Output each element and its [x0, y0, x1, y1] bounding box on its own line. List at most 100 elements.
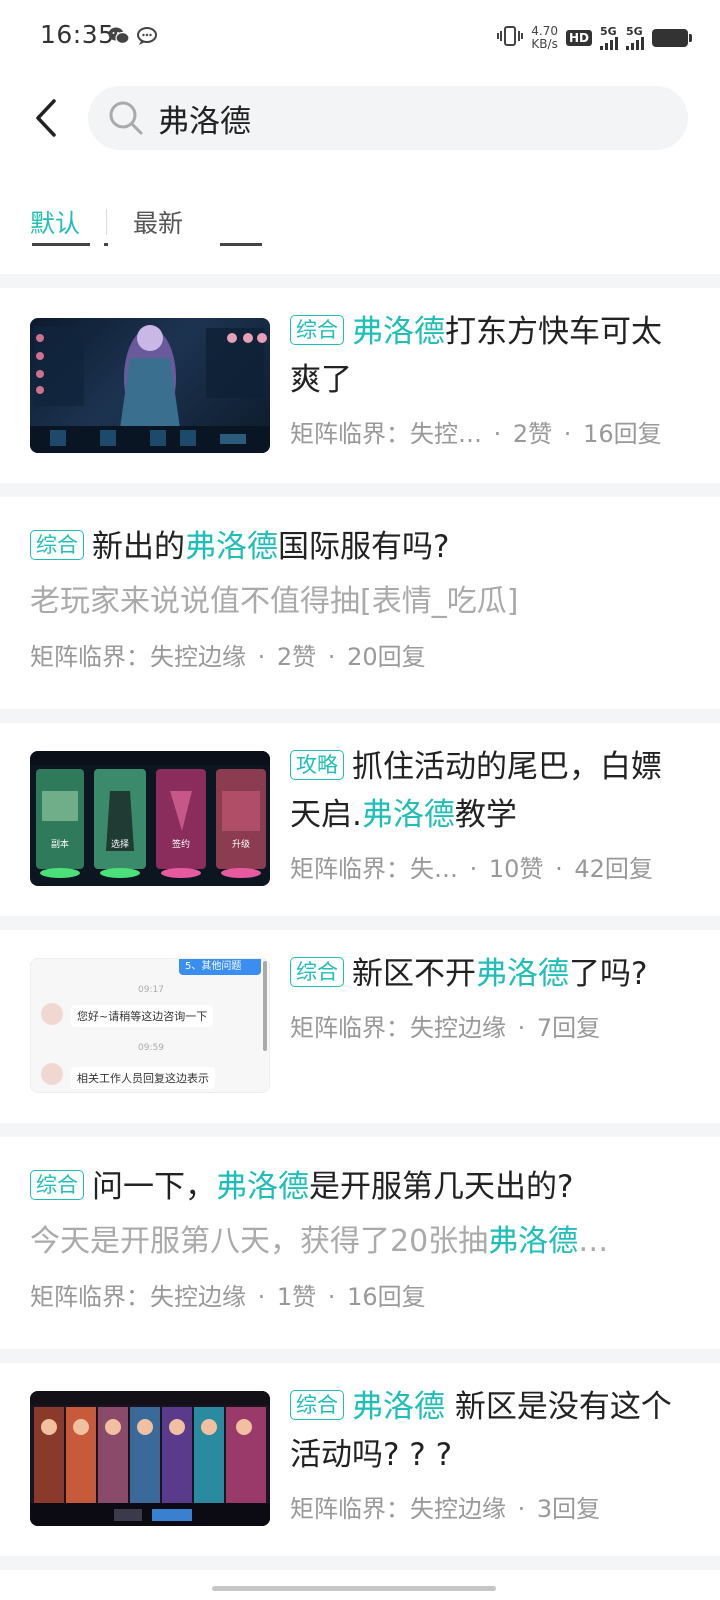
tab-divider	[106, 209, 108, 235]
scrolled-content-edge	[104, 243, 108, 246]
scrolled-content-edge	[220, 243, 262, 246]
game-name: 矩阵临界：失控边缘	[290, 1014, 506, 1042]
avatar	[41, 1063, 63, 1085]
status-bar: 16:35 4.70 KB/s HD 5G 5G	[0, 0, 720, 76]
keyword-highlight: 弗洛德	[352, 314, 445, 350]
likes-count: 2赞	[276, 643, 317, 671]
category-tag: 综合	[290, 1390, 344, 1420]
thumb-chat-time: 09:59	[138, 1043, 164, 1053]
likes-count: 10赞	[488, 855, 544, 883]
keyword-highlight: 弗洛德	[361, 797, 455, 833]
likes-count: 1赞	[276, 1283, 317, 1311]
tab-latest[interactable]: 最新	[133, 204, 183, 240]
divider	[0, 274, 720, 288]
chat-bubble-icon	[136, 26, 158, 46]
signal-sim1: 5G	[600, 26, 618, 50]
search-bar[interactable]	[88, 86, 688, 150]
signal-icon	[626, 37, 644, 50]
thumb-label: 副本	[51, 838, 69, 850]
network-speed: 4.70 KB/s	[531, 25, 558, 51]
search-results-list: 综合 弗洛德打东方快车可太爽了 矩阵临界：失控… · 2赞 · 16回复 综合 新出…	[0, 274, 720, 1570]
status-time: 16:35	[40, 20, 115, 49]
sort-tabs: 默认 最新	[30, 200, 183, 244]
post-thumbnail	[30, 1391, 270, 1526]
post-card[interactable]: 综合 弗洛德打东方快车可太爽了 矩阵临界：失控… · 2赞 · 16回复	[0, 288, 720, 483]
replies-count: 3回复	[536, 1495, 601, 1523]
keyword-highlight: 弗洛德	[216, 1169, 309, 1205]
thumb-chat-time: 09:17	[138, 985, 164, 995]
category-tag: 综合	[30, 1170, 84, 1200]
thumb-label: 升级	[232, 838, 250, 850]
replies-count: 16回复	[583, 420, 662, 448]
divider	[0, 709, 720, 723]
thumb-label: 签约	[172, 838, 190, 850]
back-button[interactable]	[26, 94, 66, 142]
status-indicators: 4.70 KB/s HD 5G 5G	[497, 22, 692, 54]
thumb-chat-message: 相关工作人员回复这边表示	[71, 1067, 215, 1089]
post-excerpt: 今天是开服第八天，获得了20张抽弗洛德…	[30, 1224, 609, 1259]
post-card[interactable]: 综合 新出的弗洛德国际服有吗? 老玩家来说说值不值得抽[表情_吃瓜] 矩阵临界：失…	[0, 497, 720, 709]
post-thumbnail: 副本 选择 签约 升级	[30, 751, 270, 886]
post-card[interactable]: 5、其他问题 09:17 您好~请稍等这边咨询一下 09:59 相关工作人员回复…	[0, 930, 720, 1123]
game-name: 矩阵临界：失控边缘	[290, 1495, 506, 1523]
avatar	[41, 1003, 63, 1025]
game-name: 矩阵临界：失…	[290, 855, 458, 883]
signal-sim1-label: 5G	[600, 25, 617, 38]
thumb-label: 选择	[111, 838, 129, 850]
category-tag: 攻略	[290, 750, 344, 780]
thumb-chat-message: 您好~请稍等这边咨询一下	[71, 1005, 214, 1027]
keyword-highlight: 弗洛德	[488, 1224, 579, 1259]
search-icon	[108, 100, 144, 136]
post-meta: 矩阵临界：失控边缘 · 3回复	[290, 1495, 601, 1523]
home-indicator[interactable]	[212, 1586, 496, 1591]
likes-count: 2赞	[512, 420, 553, 448]
game-name: 矩阵临界：失控边缘	[30, 1283, 246, 1311]
network-speed-unit: KB/s	[531, 37, 558, 51]
post-text: 综合 弗洛德 新区是没有这个活动吗? ? ? 矩阵临界：失控边缘 · 3回复	[290, 1383, 690, 1524]
category-tag: 综合	[290, 957, 344, 987]
game-name: 矩阵临界：失控边缘	[30, 643, 246, 671]
post-card[interactable]: 综合 问一下，弗洛德是开服第几天出的? 今天是开服第八天，获得了20张抽弗洛德… …	[0, 1137, 720, 1349]
divider	[0, 1123, 720, 1137]
post-title: 综合 弗洛德打东方快车可太爽了	[290, 314, 662, 398]
search-input[interactable]	[158, 100, 638, 136]
post-text: 综合 新区不开弗洛德了吗? 矩阵临界：失控边缘 · 7回复	[290, 950, 690, 1043]
category-tag: 综合	[30, 530, 84, 560]
scrolled-content-edge	[32, 243, 90, 246]
wechat-icon	[108, 26, 130, 46]
divider	[0, 1556, 720, 1570]
keyword-highlight: 弗洛德	[476, 956, 569, 992]
post-excerpt: 老玩家来说说值不值得抽[表情_吃瓜]	[30, 584, 519, 619]
tab-default[interactable]: 默认	[30, 204, 80, 240]
post-title: 攻略 抓住活动的尾巴，白嫖天启.弗洛德教学	[290, 749, 662, 833]
thumb-scrollbar	[263, 961, 267, 1051]
signal-icon	[600, 37, 618, 50]
signal-sim2: 5G	[626, 26, 644, 50]
keyword-highlight: 弗洛德	[352, 1389, 445, 1425]
divider	[0, 1349, 720, 1363]
post-meta: 矩阵临界：失控边缘 · 2赞 · 20回复	[30, 643, 426, 671]
chevron-left-icon	[36, 99, 56, 137]
post-text: 综合 问一下，弗洛德是开服第几天出的? 今天是开服第八天，获得了20张抽弗洛德… …	[30, 1163, 690, 1312]
post-text: 综合 新出的弗洛德国际服有吗? 老玩家来说说值不值得抽[表情_吃瓜] 矩阵临界：失…	[30, 523, 690, 672]
hd-badge: HD	[565, 30, 592, 46]
thumb-chat-header: 5、其他问题	[179, 959, 261, 975]
post-thumbnail: 5、其他问题 09:17 您好~请稍等这边咨询一下 09:59 相关工作人员回复…	[30, 958, 270, 1093]
replies-count: 20回复	[347, 643, 426, 671]
post-title: 综合 新区不开弗洛德了吗?	[290, 950, 690, 998]
replies-count: 7回复	[536, 1014, 601, 1042]
post-text: 综合 弗洛德打东方快车可太爽了 矩阵临界：失控… · 2赞 · 16回复	[290, 308, 690, 449]
signal-sim2-label: 5G	[626, 25, 643, 38]
post-meta: 矩阵临界：失控边缘 · 1赞 · 16回复	[30, 1283, 426, 1311]
post-card[interactable]: 综合 弗洛德 新区是没有这个活动吗? ? ? 矩阵临界：失控边缘 · 3回复	[0, 1363, 720, 1556]
post-meta: 矩阵临界：失… · 10赞 · 42回复	[290, 855, 653, 883]
keyword-highlight: 弗洛德	[185, 529, 278, 565]
vibrate-icon	[497, 25, 524, 51]
divider	[0, 916, 720, 930]
post-card[interactable]: 副本 选择 签约 升级 攻略 抓住活动的尾巴，白嫖天启.弗洛德教学 矩阵临界：失……	[0, 723, 720, 916]
status-app-icons	[108, 26, 158, 46]
post-title: 综合 问一下，弗洛德是开服第几天出的?	[30, 1163, 690, 1211]
category-tag: 综合	[290, 315, 344, 345]
post-text: 攻略 抓住活动的尾巴，白嫖天启.弗洛德教学 矩阵临界：失… · 10赞 · 42回…	[290, 743, 690, 884]
post-title: 综合 新出的弗洛德国际服有吗?	[30, 523, 690, 571]
